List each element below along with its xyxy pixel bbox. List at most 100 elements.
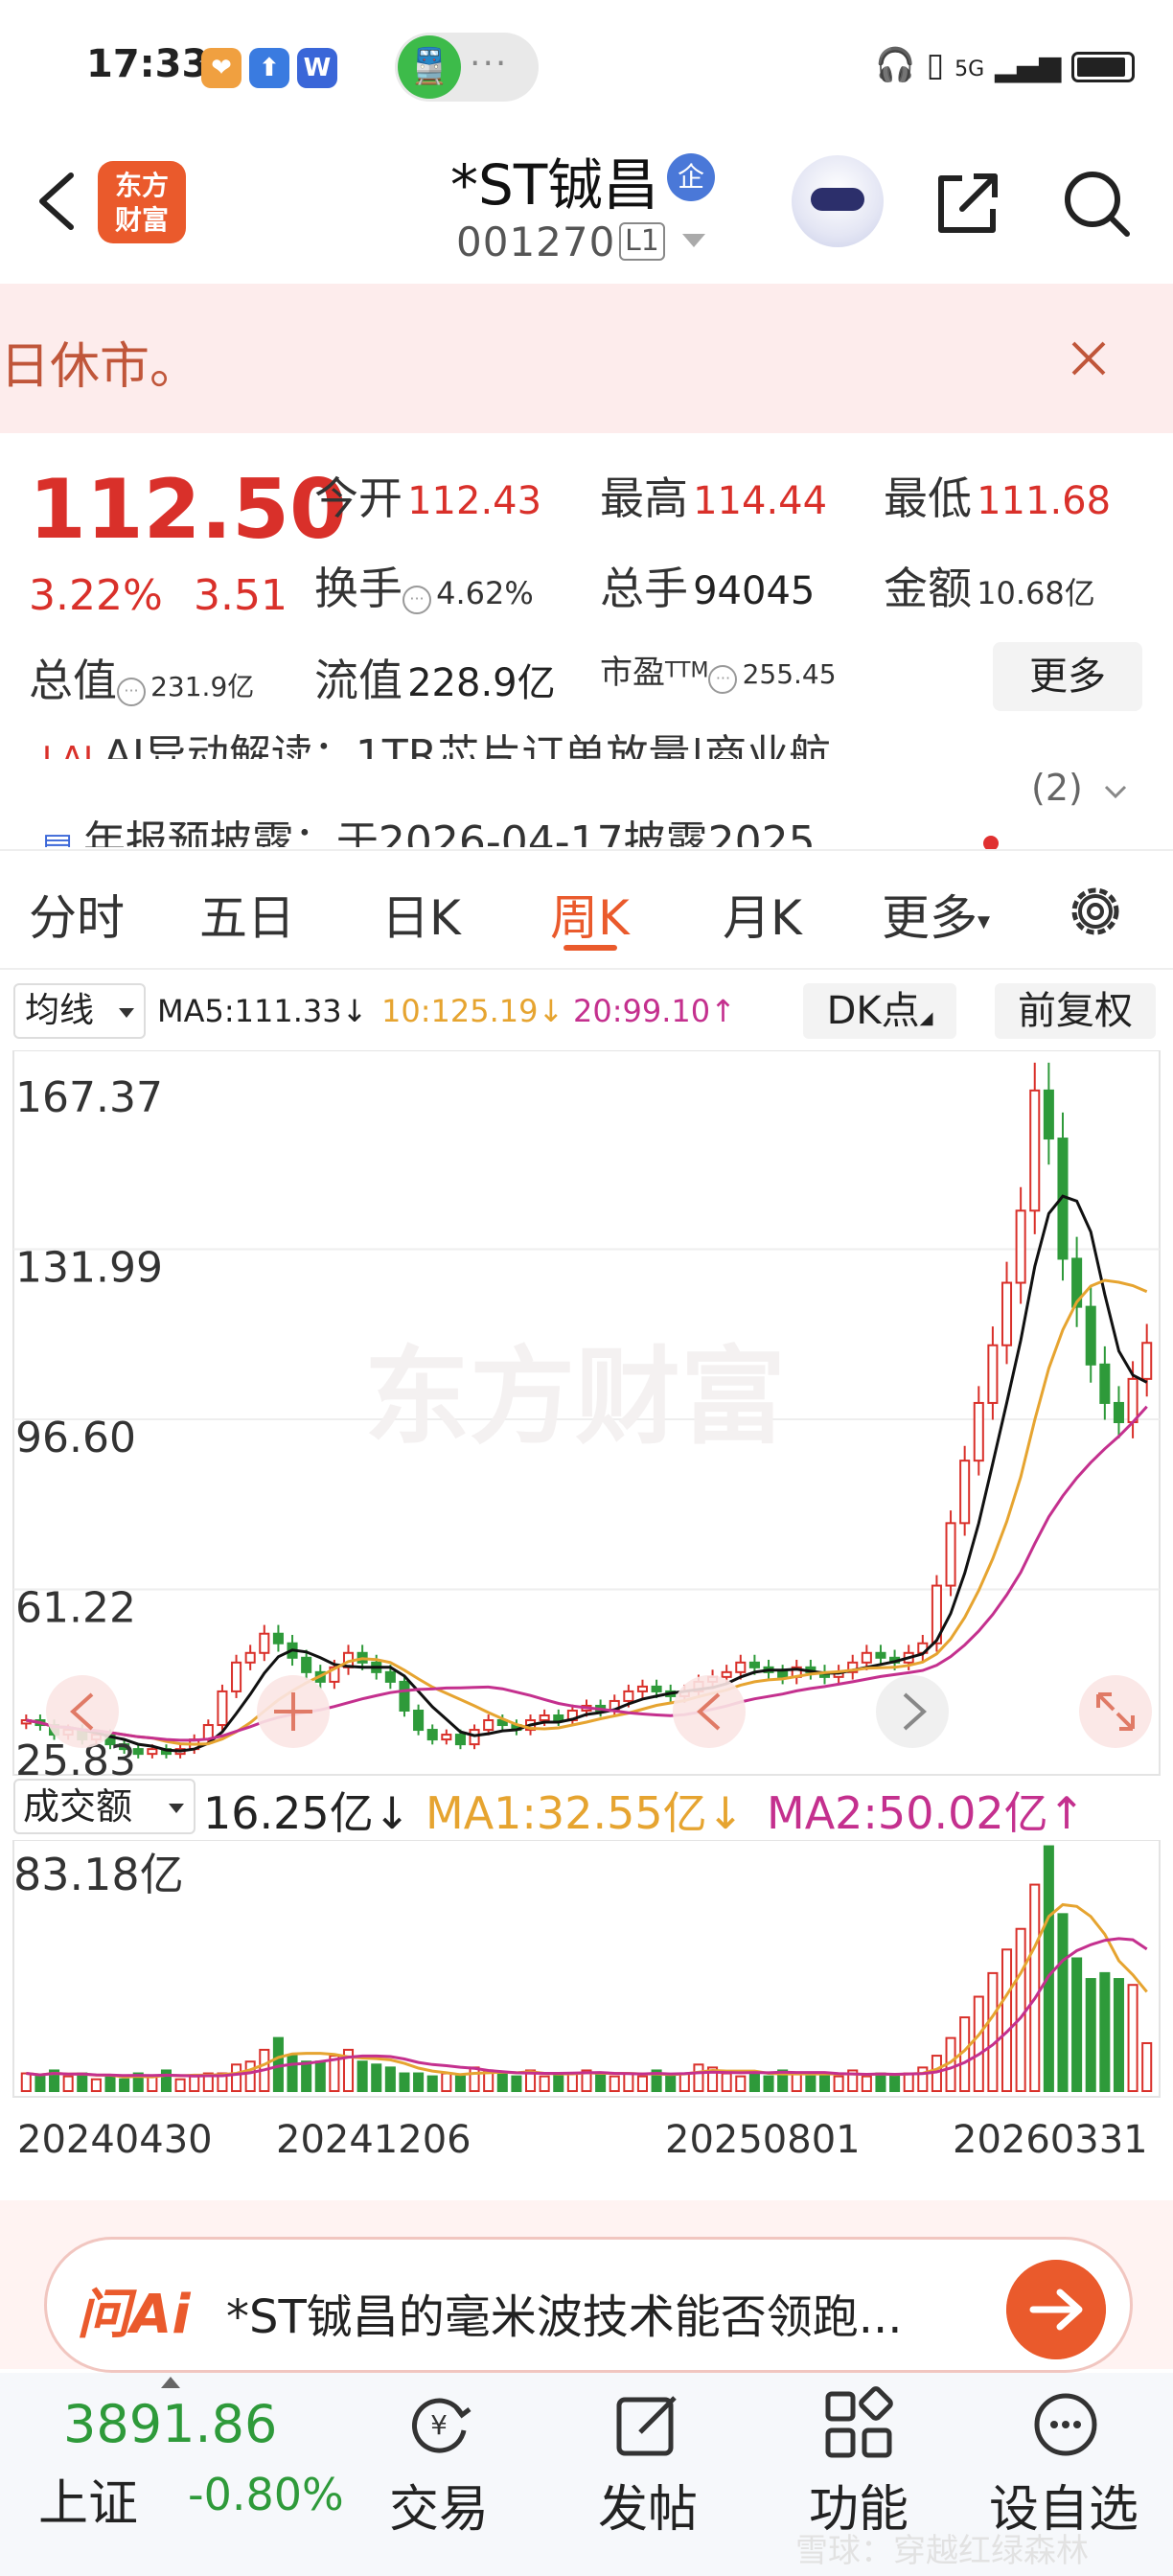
volume-bar xyxy=(861,2075,872,2092)
ma20-value: 20:99.10↑ xyxy=(573,993,736,1029)
volume-bar xyxy=(987,1971,999,2092)
volume-bar xyxy=(371,2063,382,2093)
tab-weekly-k[interactable]: 周K xyxy=(550,880,630,949)
volume-bar xyxy=(384,2066,396,2092)
search-icon[interactable] xyxy=(1058,165,1135,242)
watermark-text: 雪球：穿越红绿森林 xyxy=(795,2532,1089,2570)
gear-icon[interactable] xyxy=(1062,878,1129,945)
chart-nav-left-button[interactable] xyxy=(46,1675,119,1748)
volume-bar xyxy=(34,2075,46,2092)
ai-question-text[interactable]: *ST铖昌的毫米波技术能否领跑... xyxy=(226,2279,903,2346)
candle xyxy=(1141,1342,1153,1380)
index-value[interactable]: 3891.86 xyxy=(63,2394,277,2454)
volume-bar xyxy=(20,2072,32,2093)
candle xyxy=(987,1344,999,1404)
arrow-right-icon[interactable] xyxy=(1006,2260,1106,2359)
float-value: 228.9亿 xyxy=(407,661,556,705)
chart-nav-prev-button[interactable] xyxy=(257,1675,330,1748)
mktcap-value: 231.9亿 xyxy=(150,671,255,702)
dropdown-arrow-icon[interactable] xyxy=(682,234,705,247)
add-watchlist-icon[interactable] xyxy=(1027,2386,1104,2463)
candle xyxy=(973,1401,984,1462)
index-change[interactable]: -0.80% xyxy=(188,2469,344,2520)
info-icon[interactable]: ··· xyxy=(402,585,431,614)
notification-upload-icon: ⬆ xyxy=(249,48,289,88)
news-count[interactable]: (2) xyxy=(1031,767,1083,809)
price-tick-label: 61.22 xyxy=(15,1583,136,1632)
volume-bar xyxy=(609,2075,620,2092)
volume-bar xyxy=(511,2075,522,2092)
headphone-icon: 🎧 xyxy=(875,46,916,84)
adjust-button[interactable]: 前复权 xyxy=(995,983,1156,1039)
info-icon[interactable]: ··· xyxy=(708,664,738,694)
change-amount: 3.51 xyxy=(194,571,288,620)
candle xyxy=(399,1680,410,1712)
index-name[interactable]: 上证 xyxy=(38,2463,138,2535)
nav-trade-label[interactable]: 交易 xyxy=(389,2469,489,2541)
tab-monthly-k[interactable]: 月K xyxy=(723,880,802,949)
candle xyxy=(553,1714,564,1722)
trade-icon[interactable]: ¥ xyxy=(401,2386,477,2463)
turnover-field: 换手 ··· 4.62% xyxy=(314,554,534,617)
news-item-report[interactable]: ▤ 年报预披露：于2026-04-17披露2025 xyxy=(42,815,962,847)
news-item-ai[interactable]: LAI AI异动解读：1TR芯片订单放量|商业航... xyxy=(42,721,981,759)
low-value: 111.68 xyxy=(977,479,1112,523)
more-button[interactable]: 更多 xyxy=(993,642,1142,711)
candle xyxy=(959,1460,971,1525)
caret-up-icon[interactable] xyxy=(161,2377,180,2388)
volume-bar xyxy=(496,2072,508,2093)
close-icon[interactable] xyxy=(1066,335,1112,381)
tab-more[interactable]: 更多▾ xyxy=(882,880,990,949)
logo-text-top: 东方 xyxy=(114,170,169,201)
info-icon[interactable]: ··· xyxy=(117,677,146,706)
candle xyxy=(441,1734,452,1741)
price-tick-label: 96.60 xyxy=(15,1414,136,1462)
battery-icon xyxy=(1071,51,1135,82)
change-percent: 3.22% xyxy=(29,571,163,620)
post-icon[interactable] xyxy=(610,2386,686,2463)
volume-bar xyxy=(1113,1978,1124,2092)
open-label: 今开 xyxy=(314,472,402,524)
tab-daily-k[interactable]: 日K xyxy=(381,880,461,949)
dk-points-button[interactable]: DK点◢ xyxy=(803,983,956,1039)
amount-label: 金额 xyxy=(884,563,972,614)
pe-field: 市盈TTM ··· 255.45 xyxy=(600,646,837,694)
chevron-down-icon[interactable] xyxy=(1102,778,1129,805)
volume-chart[interactable]: 83.18亿 xyxy=(0,1840,1173,2099)
x-axis-label: 20250801 xyxy=(665,2118,861,2162)
kline-chart[interactable]: 东方财富 167.37131.9996.6061.2225.83 xyxy=(0,1050,1173,1779)
volume-bar xyxy=(174,2078,186,2092)
volume-bar xyxy=(636,2075,649,2092)
volume-bar xyxy=(231,2063,242,2093)
system-status-icons: 🎧 ▯ 5G ▂▄▆ xyxy=(875,46,1135,84)
price-tick-label: 131.99 xyxy=(15,1243,163,1292)
volume-bar xyxy=(539,2075,550,2092)
low-label: 最低 xyxy=(884,472,972,524)
candle xyxy=(1043,1089,1054,1140)
volume-bar xyxy=(399,2072,410,2093)
chart-nav-back-button[interactable] xyxy=(673,1675,746,1748)
fullscreen-icon[interactable] xyxy=(1079,1675,1152,1748)
enterprise-badge: 企 xyxy=(667,153,715,201)
volume-ma2-value: MA2:50.02亿↑ xyxy=(767,1787,1086,1839)
candle xyxy=(945,1522,956,1587)
volume-bar xyxy=(818,2072,831,2093)
tab-five-day[interactable]: 五日 xyxy=(199,880,295,949)
chart-nav-forward-button[interactable] xyxy=(876,1675,949,1748)
back-arrow-icon[interactable] xyxy=(29,168,86,235)
functions-icon[interactable] xyxy=(820,2386,897,2463)
tab-intraday[interactable]: 分时 xyxy=(29,880,125,949)
indicator-selector[interactable]: 均线 xyxy=(13,983,146,1039)
signal-label: 5G xyxy=(954,58,985,81)
dk-points-label: DK点 xyxy=(826,989,920,1033)
notification-app-icon: ❤ xyxy=(201,48,242,88)
volume-bar xyxy=(356,2060,368,2093)
candle xyxy=(651,1685,662,1692)
candle xyxy=(272,1632,284,1644)
volume-indicator-selector[interactable]: 成交额 xyxy=(13,1779,196,1834)
level-badge[interactable]: L1 xyxy=(619,222,665,261)
amount-value: 10.68亿 xyxy=(977,575,1095,611)
volume-selector-label: 成交额 xyxy=(23,1785,133,1828)
share-icon[interactable] xyxy=(930,165,1006,242)
nav-post-label[interactable]: 发帖 xyxy=(598,2469,698,2541)
